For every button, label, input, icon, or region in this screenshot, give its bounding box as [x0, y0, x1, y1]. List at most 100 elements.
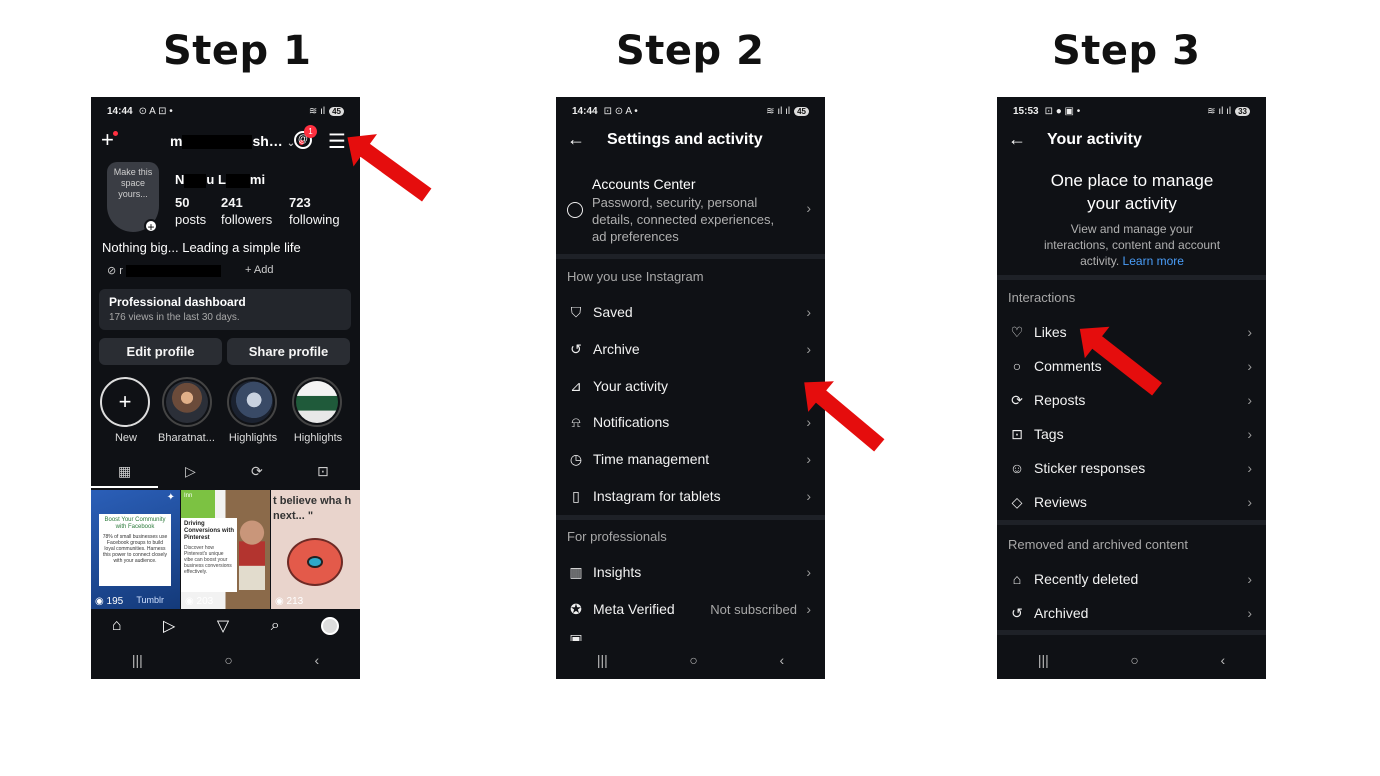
section-divider [997, 520, 1266, 525]
back-arrow-icon[interactable]: ← [1008, 129, 1026, 150]
chevron-right-icon: › [1247, 358, 1252, 374]
username-switcher[interactable]: m sh… ⌄ [170, 133, 304, 150]
share-profile-button[interactable]: Share profile [227, 338, 350, 365]
menu-item-archive[interactable]: ↺ Archive › [556, 331, 825, 367]
dashboard-title: Professional dashboard [109, 295, 246, 309]
notification-dot [113, 131, 118, 136]
professional-dashboard[interactable]: Professional dashboard 176 views in the … [99, 289, 351, 330]
back-icon[interactable]: ‹ [779, 652, 784, 668]
post-views: ◉ 195 [95, 596, 124, 607]
recents-icon[interactable]: ||| [597, 652, 608, 668]
accounts-center-title: Accounts Center [592, 176, 696, 192]
back-icon[interactable]: ‹ [1220, 652, 1225, 668]
add-story-icon[interactable]: + [144, 219, 158, 234]
system-nav-bar: ||| ○ ‹ [556, 641, 825, 679]
verified-icon: ✪ [570, 600, 582, 617]
section-header: How you use Instagram [567, 269, 704, 284]
menu-item-notifications[interactable]: ⍾ Notifications › [556, 404, 825, 440]
activity-icon: ⊿ [570, 377, 582, 394]
home-icon[interactable]: ⌂ [112, 617, 122, 635]
dashboard-subtitle: 176 views in the last 30 days. [109, 312, 240, 323]
person-circle-icon [567, 202, 583, 218]
menu-label: Comments [1034, 358, 1102, 374]
status-bar: 14:44 ⊙ A ⊡ • ≋ ıl 45 [91, 97, 360, 125]
name-start: N [175, 172, 185, 187]
system-nav-bar: ||| ○ ‹ [997, 641, 1266, 679]
add-link-button[interactable]: + Add [245, 264, 273, 276]
menu-item-instagram-for-tablets[interactable]: ▯ Instagram for tablets › [556, 478, 825, 514]
stat-following[interactable]: 723 following [289, 194, 340, 228]
stat-label: posts [175, 212, 207, 227]
back-arrow-icon[interactable]: ← [567, 129, 585, 150]
phone-settings-screen: 14:44 ⊡ ⊙ A • ≋ ıl ıl 45 ← Settings and a… [556, 97, 825, 679]
post-tile[interactable]: Boost Your Community with Facebook 78% o… [91, 490, 180, 609]
stat-followers[interactable]: 241 followers [221, 194, 272, 228]
home-button-icon[interactable]: ○ [1130, 652, 1138, 668]
reels-icon[interactable]: ▷ [163, 616, 175, 636]
status-icons: ⊡ ● ▣ • [1044, 105, 1081, 117]
link-row[interactable]: ⊘ r [107, 264, 222, 278]
post-body: 78% of small businesses use Facebook gro… [102, 534, 168, 564]
back-icon[interactable]: ‹ [314, 652, 319, 668]
tagged-tab-icon[interactable]: ⊡ [317, 463, 329, 480]
profile-name: Nu L mi [175, 172, 265, 188]
menu-item-saved[interactable]: ⛉ Saved › [556, 294, 825, 330]
menu-item-time-management[interactable]: ◷ Time management › [556, 441, 825, 477]
story-label: Highlights [228, 432, 278, 444]
activity-item-recently-deleted[interactable]: ⌂ Recently deleted › [997, 561, 1266, 597]
activity-item-tags[interactable]: ⊡ Tags › [997, 416, 1266, 452]
redacted-block [225, 173, 250, 188]
chevron-right-icon: › [1247, 460, 1252, 476]
learn-more-link[interactable]: Learn more [1123, 254, 1184, 268]
page-title: Your activity [1047, 131, 1142, 148]
activity-item-reviews[interactable]: ◇ Reviews › [997, 484, 1266, 520]
chevron-right-icon: › [806, 341, 811, 357]
post-tile[interactable]: Inn Driving Conversions with Pinterest D… [181, 490, 270, 609]
accounts-center-row[interactable]: Accounts Center Password, security, pers… [556, 174, 825, 248]
activity-item-likes[interactable]: ♡ Likes › [997, 314, 1266, 350]
post-card: Driving Conversions with Pinterest Disco… [181, 518, 237, 592]
edit-profile-button[interactable]: Edit profile [99, 338, 222, 365]
activity-heading: One place to manage your activity [1050, 171, 1214, 213]
story-highlight[interactable]: Highlights [292, 377, 344, 444]
recents-icon[interactable]: ||| [1038, 652, 1049, 668]
story-new[interactable]: + New [100, 377, 152, 444]
menu-item-meta-verified[interactable]: ✪ Meta Verified Not subscribed › [556, 591, 825, 627]
comment-icon: ○ [1012, 358, 1022, 374]
recents-icon[interactable]: ||| [132, 652, 143, 668]
create-icon[interactable]: + [101, 127, 114, 153]
battery-icon: 45 [329, 106, 344, 116]
battery-icon: 33 [1235, 106, 1250, 116]
profile-avatar-icon[interactable] [321, 617, 340, 635]
menu-label: Saved [593, 304, 633, 320]
activity-item-sticker-responses[interactable]: ☺ Sticker responses › [997, 450, 1266, 486]
chevron-right-icon: › [806, 304, 811, 320]
reposts-tab-icon[interactable]: ⟳ [251, 463, 263, 480]
menu-label: Likes [1034, 324, 1067, 340]
story-highlight[interactable]: Highlights [227, 377, 279, 444]
menu-item-insights[interactable]: ▥ Insights › [556, 554, 825, 590]
menu-label: Reposts [1034, 392, 1086, 408]
review-icon: ◇ [1011, 493, 1023, 510]
redacted-block [126, 265, 222, 278]
home-button-icon[interactable]: ○ [689, 652, 697, 668]
home-button-icon[interactable]: ○ [224, 652, 232, 668]
stat-posts[interactable]: 50 posts [175, 194, 206, 228]
menu-label: Insights [593, 564, 642, 580]
reels-tab-icon[interactable]: ▷ [185, 463, 196, 480]
post-tile[interactable]: t believe wha h next... " ◉ 213 [271, 490, 360, 609]
activity-item-reposts[interactable]: ⟳ Reposts › [997, 382, 1266, 418]
menu-label: Reviews [1034, 494, 1087, 510]
direct-icon[interactable]: ▽ [217, 616, 229, 636]
menu-item-your-activity[interactable]: ⊿Your activity› [556, 368, 825, 404]
menu-label: Sticker responses [1034, 460, 1146, 476]
status-time: 14:44 [107, 105, 133, 117]
activity-item-archived[interactable]: ↺ Archived › [997, 595, 1266, 631]
story-highlight[interactable]: Bharatnat... [158, 377, 215, 444]
name-end: mi [249, 172, 266, 187]
bookmark-icon: ⛉ [570, 303, 582, 320]
post-views: ◉ 203 [185, 596, 214, 607]
grid-tab-icon[interactable]: ▦ [118, 463, 131, 480]
search-icon[interactable]: ⌕ [271, 617, 280, 635]
phone-profile-screen: 14:44 ⊙ A ⊡ • ≋ ıl 45 + m sh… ⌄ @ 1 ☰ Make… [91, 97, 360, 679]
